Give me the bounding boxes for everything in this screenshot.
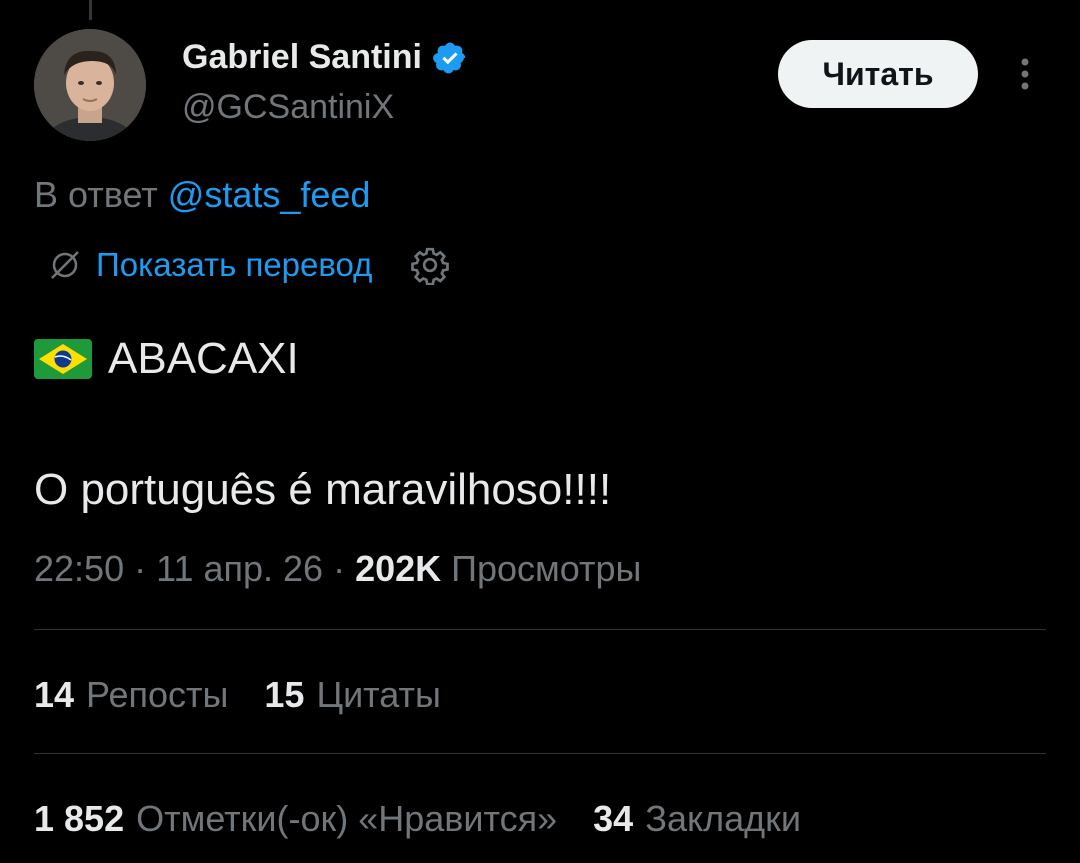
bookmarks-label: Закладки: [645, 798, 802, 839]
reposts-count: 14: [34, 674, 75, 715]
tweet-time[interactable]: 22:50: [34, 548, 124, 589]
bookmarks-stat[interactable]: 34 Закладки: [593, 798, 801, 840]
reposts-stat[interactable]: 14 Репосты: [34, 674, 228, 716]
tweet-meta: 22:50 · 11 апр. 26 · 202K Просмотры: [34, 548, 641, 590]
author-handle[interactable]: @GCSantiniX: [182, 88, 394, 127]
follow-button[interactable]: Читать: [778, 40, 978, 108]
views-count: 202K: [355, 548, 442, 589]
quotes-count: 15: [264, 674, 305, 715]
divider: [34, 629, 1046, 630]
show-translation-link[interactable]: Показать перевод: [96, 246, 372, 284]
quotes-stat[interactable]: 15 Цитаты: [264, 674, 440, 716]
verified-badge-icon[interactable]: [432, 40, 468, 76]
more-options-icon[interactable]: [1010, 54, 1040, 94]
tweet-text-line-2: O português é maravilhoso!!!!: [34, 465, 612, 514]
quotes-label: Цитаты: [316, 674, 441, 715]
brazil-flag-icon: [34, 339, 92, 379]
stats-row-reposts-quotes: 14 Репосты 15 Цитаты: [34, 674, 477, 716]
translate-row: Показать перевод: [48, 245, 450, 285]
avatar[interactable]: [34, 29, 146, 141]
views-label: Просмотры: [451, 548, 642, 589]
author-name-row[interactable]: Gabriel Santini: [182, 38, 468, 77]
avatar-image: [34, 29, 146, 141]
reply-prefix: В ответ: [34, 174, 158, 215]
stats-row-likes-bookmarks: 1 852 Отметки(-ок) «Нравится» 34 Закладки: [34, 798, 837, 840]
likes-label: Отметки(-ок) «Нравится»: [136, 798, 558, 839]
divider: [34, 753, 1046, 754]
tweet-text-abacaxi: ABACAXI: [108, 334, 299, 383]
likes-stat[interactable]: 1 852 Отметки(-ок) «Нравится»: [34, 798, 557, 840]
reposts-label: Репосты: [86, 674, 229, 715]
translate-globe-icon: [51, 251, 79, 279]
reply-mention-link[interactable]: @stats_feed: [168, 174, 371, 215]
meta-separator: ·: [124, 548, 157, 589]
thread-connector-line: [89, 0, 92, 20]
bookmarks-count: 34: [593, 798, 634, 839]
author-name[interactable]: Gabriel Santini: [182, 38, 422, 77]
tweet-date[interactable]: 11 апр. 26: [156, 548, 323, 589]
reply-context: В ответ @stats_feed: [34, 174, 370, 216]
tweet-text-line-1: ABACAXI: [34, 334, 299, 384]
gear-icon[interactable]: [410, 245, 450, 285]
likes-count: 1 852: [34, 798, 125, 839]
meta-separator: ·: [323, 548, 356, 589]
